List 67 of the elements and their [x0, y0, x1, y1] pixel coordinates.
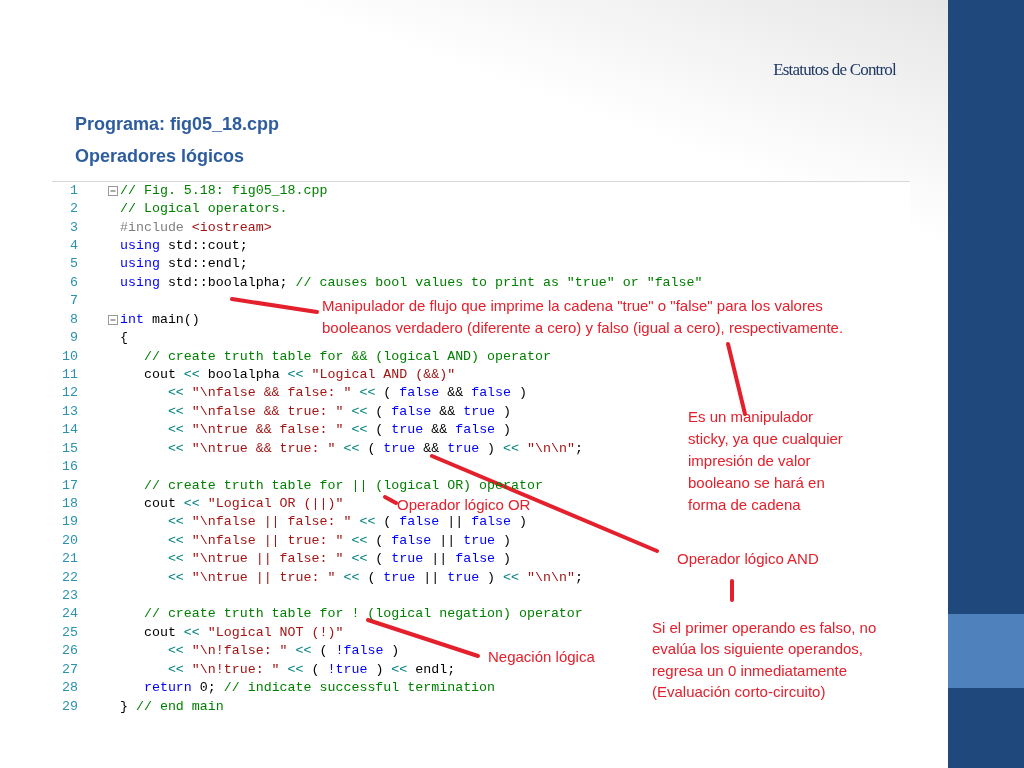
- code-line: int main(): [120, 310, 200, 329]
- code-line: << "\nfalse && true: " << ( false && true ): [166, 402, 512, 421]
- line-number: 8: [69, 310, 78, 329]
- line-number: 10: [61, 347, 78, 366]
- line-number: 1: [69, 181, 78, 200]
- slide-title: Estatutos de Control: [773, 59, 896, 81]
- code-line: << "\n!false: " << ( !false ): [166, 642, 400, 661]
- line-number: 29: [61, 697, 78, 716]
- code-line: // Logical operators.: [120, 200, 288, 219]
- code-line: << "\nfalse || false: " << ( false || false ): [166, 513, 528, 532]
- heading: Operadores lógicos: [75, 145, 246, 167]
- line-number: 24: [61, 605, 78, 624]
- code-line: cout << boolalpha << "Logical AND (&&)": [142, 365, 456, 384]
- leader-line: [730, 578, 734, 602]
- line-number: 17: [61, 476, 78, 495]
- line-number: 14: [61, 421, 78, 440]
- line-number: 21: [61, 550, 78, 569]
- code-line: using std::boolalpha; // causes bool values to print as "true" or "false": [120, 273, 703, 292]
- line-number: 12: [61, 384, 78, 403]
- line-number: 5: [69, 255, 78, 274]
- line-number: 27: [61, 660, 78, 679]
- line-number: 15: [61, 439, 78, 458]
- line-number: 22: [61, 568, 78, 587]
- code-line: #include <iostream>: [120, 218, 272, 237]
- annotation: Manipulador de flujo que imprime la cadena "true" o "false" para los valores booleanos verdadero (diferente a cero) y falso (igual a cero), respectivamente.: [322, 295, 844, 338]
- code-line: return 0; // indicate successful termination: [142, 679, 496, 698]
- line-number: 20: [61, 531, 78, 550]
- collapse-icon[interactable]: [108, 185, 118, 196]
- code-line: } // end main: [120, 697, 224, 716]
- annotation: Negación lógica: [488, 646, 595, 667]
- code-line: // create truth table for && (logical AND) operator: [142, 347, 551, 366]
- line-number: 7: [69, 292, 78, 311]
- annotation: Es un manipulador sticky, ya que cualquier impresión de valor booleano se hará en forma de cadena: [688, 406, 843, 515]
- code-line: // Fig. 5.18: fig05_18.cpp: [120, 181, 328, 200]
- collapse-icon[interactable]: [108, 314, 118, 325]
- code-line: << "\nfalse && false: " << ( false && false ): [166, 384, 528, 403]
- annotation: Operador lógico AND: [677, 548, 819, 569]
- line-number: 28: [61, 679, 78, 698]
- line-number: 4: [69, 237, 78, 255]
- heading: Programa: fig05_18.cpp: [75, 113, 281, 135]
- code-line: << "\ntrue && false: " << ( true && false ): [166, 421, 512, 440]
- line-number: 2: [69, 200, 78, 219]
- code-line: cout << "Logical NOT (!)": [142, 623, 344, 642]
- line-number: 25: [61, 623, 78, 642]
- line-number: 13: [61, 402, 78, 421]
- line-number: 3: [69, 218, 78, 237]
- line-number: 23: [61, 587, 78, 606]
- code-line: << "\n!true: " << ( !true ) << endl;: [166, 660, 456, 679]
- code-line: using std::endl;: [120, 255, 248, 274]
- line-number: 18: [61, 494, 78, 513]
- leader-line: [383, 494, 398, 505]
- line-number: 11: [61, 365, 78, 384]
- line-number: 26: [61, 642, 78, 661]
- line-number: 6: [69, 273, 78, 292]
- line-number: 19: [61, 513, 78, 532]
- annotation: Si el primer operando es falso, no evalúa los siguiente operandos, regresa un 0 inmediatamente (Evaluación corto-circuito): [652, 617, 877, 702]
- code-line: << "\nfalse || true: " << ( false || true ): [166, 531, 512, 550]
- code-line: << "\ntrue || true: " << ( true || true ) << "\n\n";: [166, 568, 583, 587]
- line-number: 16: [61, 458, 78, 477]
- code-line: {: [120, 329, 128, 348]
- code-line: using std::cout;: [120, 237, 248, 255]
- line-number: 9: [69, 329, 78, 348]
- code-line: // create truth table for ! (logical negation) operator: [142, 605, 583, 624]
- code-line: cout << "Logical OR (||)": [142, 494, 344, 513]
- code-line: << "\ntrue && true: " << ( true && true ) << "\n\n";: [166, 439, 583, 458]
- code-line: << "\ntrue || false: " << ( true || false ): [166, 550, 512, 569]
- annotation: Operador lógico OR: [397, 495, 531, 514]
